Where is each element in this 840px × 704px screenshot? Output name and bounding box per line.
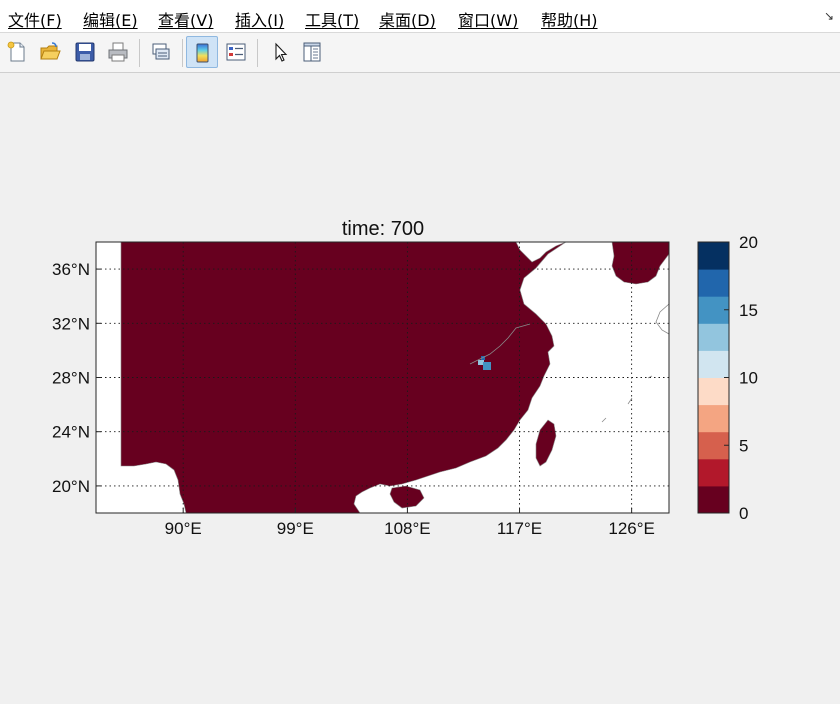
colorbar-icon	[196, 43, 209, 63]
y-tick-label: 24°N	[52, 423, 90, 442]
colorbar-tick-label: 5	[739, 436, 748, 455]
menu-window[interactable]: 窗口(W)	[458, 7, 518, 31]
insert-legend-button[interactable]	[220, 36, 252, 68]
menu-tools[interactable]: 工具(T)	[305, 7, 359, 31]
menu-file[interactable]: 文件(F)	[8, 7, 62, 31]
property-inspector-button[interactable]	[296, 36, 328, 68]
print-icon	[108, 42, 128, 62]
toolbar-separator	[257, 39, 258, 67]
toolbar-separator	[182, 39, 183, 67]
link-plot-icon	[152, 43, 170, 60]
menu-view[interactable]: 查看(V)	[158, 7, 213, 31]
colorbar-level	[698, 242, 729, 270]
colorbar-level	[698, 377, 729, 406]
colorbar-level	[698, 404, 729, 433]
menu-desktop[interactable]: 桌面(D)	[379, 7, 436, 31]
x-tick-label: 90°E	[165, 519, 202, 538]
toolbar-separator	[139, 39, 140, 67]
x-tick-label: 108°E	[384, 519, 431, 538]
new-figure-button[interactable]	[1, 36, 33, 68]
menu-edit[interactable]: 编辑(E)	[83, 7, 138, 31]
colorbar-level	[698, 485, 729, 514]
save-icon	[75, 42, 95, 62]
menu-bar: 文件(F) 编辑(E) 查看(V) 插入(I) 工具(T) 桌面(D) 窗口(W…	[0, 0, 840, 33]
legend-icon	[226, 43, 246, 61]
figure-toolbar	[0, 33, 840, 73]
x-tick-label: 117°E	[497, 519, 542, 538]
colorbar-tick-label: 0	[739, 504, 748, 523]
edit-plot-button[interactable]	[264, 36, 296, 68]
colorbar-tick-label: 20	[739, 233, 758, 252]
menu-help[interactable]: 帮助(H)	[541, 7, 598, 31]
edit-plot-pointer-icon	[275, 42, 288, 62]
colorbar-level	[698, 269, 729, 297]
link-plot-button[interactable]	[145, 36, 177, 68]
colorbar-level	[698, 350, 729, 378]
save-button[interactable]	[69, 36, 101, 68]
open-file-icon	[40, 42, 61, 60]
open-file-button[interactable]	[34, 36, 66, 68]
print-button[interactable]	[102, 36, 134, 68]
x-tick-label: 99°E	[277, 519, 314, 538]
map-chart: 90°E 99°E 108°E 117°E 126°E 20°N 24°N 28°N 32°N…	[52, 218, 758, 538]
y-tick-label: 32°N	[52, 314, 90, 333]
colorbar-level	[698, 323, 729, 351]
property-inspector-icon	[303, 42, 321, 62]
x-tick-label: 126°E	[608, 519, 655, 538]
dock-arrow-icon[interactable]: ↘	[824, 9, 834, 23]
menu-insert[interactable]: 插入(I)	[235, 7, 284, 31]
colorbar-tick-label: 15	[739, 301, 758, 320]
y-tick-label: 36°N	[52, 260, 90, 279]
figure-canvas: 90°E 99°E 108°E 117°E 126°E 20°N 24°N 28°N 32°N…	[0, 73, 840, 704]
insert-colorbar-button[interactable]	[186, 36, 218, 68]
colorbar[interactable]: 0 5 10 15 20	[697, 233, 758, 523]
new-figure-icon	[7, 41, 25, 62]
chart-title: time: 700	[342, 218, 424, 240]
y-tick-label: 20°N	[52, 477, 90, 496]
y-tick-label: 28°N	[52, 369, 90, 388]
y-axis: 20°N 24°N 28°N 32°N 36°N	[52, 260, 101, 496]
colorbar-level	[698, 458, 729, 487]
colorbar-tick-label: 10	[739, 369, 758, 388]
